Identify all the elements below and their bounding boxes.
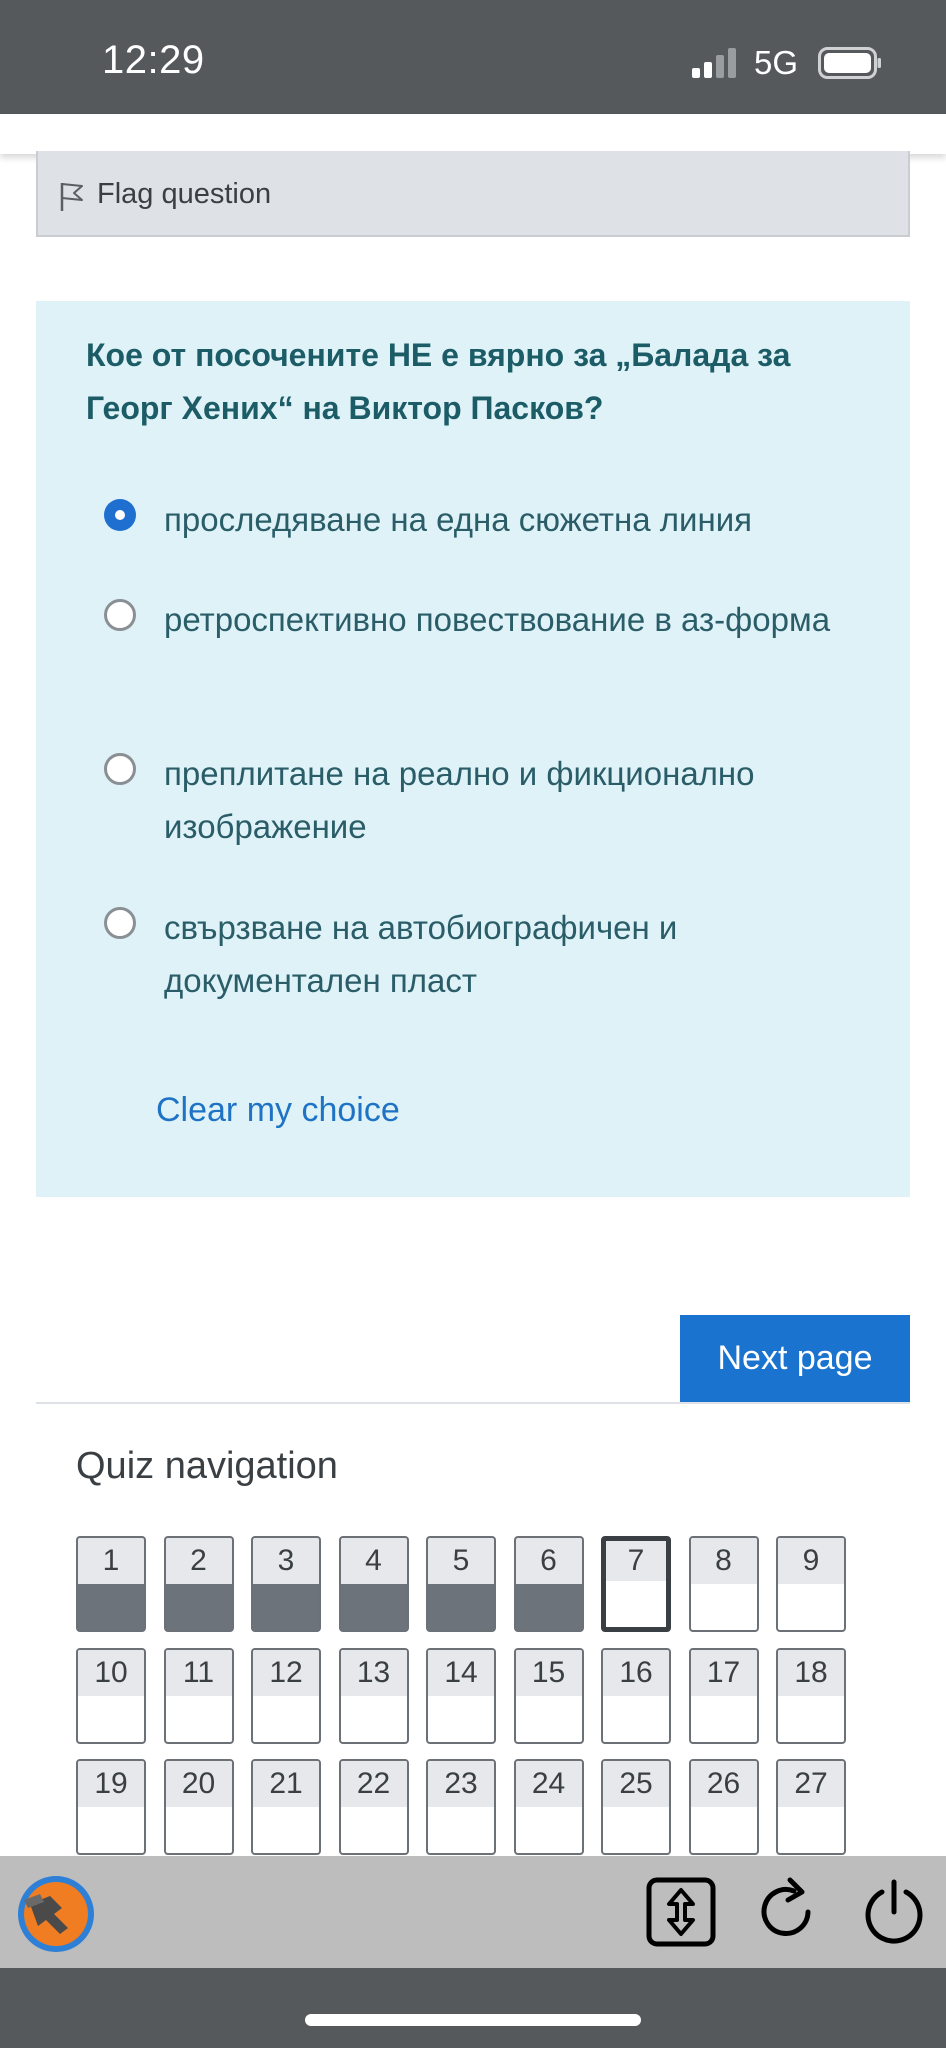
quiz-nav-number: 16 bbox=[603, 1649, 669, 1696]
quiz-nav-button-21[interactable]: 21 bbox=[251, 1759, 321, 1855]
quiz-nav-number: 14 bbox=[428, 1649, 494, 1696]
quiz-nav-number: 5 bbox=[428, 1538, 494, 1584]
battery-icon bbox=[818, 47, 881, 79]
quiz-nav-number: 21 bbox=[253, 1761, 319, 1807]
quiz-nav-button-17[interactable]: 17 bbox=[688, 1647, 759, 1744]
quiz-nav-number: 20 bbox=[165, 1761, 232, 1807]
quiz-nav-number: 17 bbox=[690, 1649, 757, 1696]
reload-icon[interactable] bbox=[752, 1876, 824, 1948]
quiz-nav-button-4[interactable]: 4 bbox=[338, 1536, 409, 1632]
quiz-nav-button-27[interactable]: 27 bbox=[776, 1759, 846, 1855]
quiz-nav-button-8[interactable]: 8 bbox=[688, 1536, 759, 1632]
quiz-nav-number: 11 bbox=[165, 1649, 232, 1696]
flag-question-button[interactable]: Flag question bbox=[36, 151, 910, 237]
quiz-nav-number: 23 bbox=[428, 1761, 494, 1807]
quiz-nav-number: 13 bbox=[340, 1649, 407, 1696]
answer-option-3[interactable]: преплитане на реално и фикционално изобр… bbox=[104, 747, 864, 857]
quiz-nav-number: 9 bbox=[778, 1538, 844, 1584]
network-label: 5G bbox=[754, 44, 799, 81]
answer-label: свързване на автобиографичен и документа… bbox=[164, 909, 678, 999]
quiz-nav-button-15[interactable]: 15 bbox=[513, 1647, 584, 1744]
quiz-nav-number: 8 bbox=[690, 1538, 757, 1584]
answer-option-1[interactable]: проследяване на една сюжетна линия bbox=[104, 493, 864, 553]
next-page-button[interactable]: Next page bbox=[680, 1315, 910, 1402]
divider bbox=[36, 1402, 910, 1404]
bottom-toolbar bbox=[0, 1856, 946, 1968]
quiz-nav-number: 18 bbox=[778, 1649, 844, 1696]
quiz-nav-button-24[interactable]: 24 bbox=[513, 1759, 584, 1855]
quiz-nav-button-26[interactable]: 26 bbox=[688, 1759, 759, 1855]
signal-icon bbox=[692, 48, 736, 78]
quiz-nav-number: 19 bbox=[78, 1761, 144, 1807]
status-bar: 12:29 5G bbox=[0, 0, 946, 114]
clear-choice-link[interactable]: Clear my choice bbox=[156, 1091, 400, 1130]
quiz-nav-button-13[interactable]: 13 bbox=[338, 1647, 409, 1744]
quiz-nav-number: 15 bbox=[515, 1649, 582, 1696]
quiz-nav-number: 26 bbox=[690, 1761, 757, 1807]
radio-button[interactable] bbox=[104, 599, 136, 631]
app-logo-icon[interactable] bbox=[10, 1874, 98, 1954]
quiz-nav-number: 12 bbox=[253, 1649, 319, 1696]
quiz-nav-number: 10 bbox=[78, 1649, 144, 1696]
status-time: 12:29 bbox=[102, 38, 205, 82]
quiz-nav-number: 22 bbox=[340, 1761, 407, 1807]
question-card: Кое от посочените НЕ е вярно за „Балада … bbox=[36, 301, 910, 1197]
answer-label: преплитане на реално и фикционално изобр… bbox=[164, 755, 755, 845]
question-text: Кое от посочените НЕ е вярно за „Балада … bbox=[86, 337, 791, 426]
quiz-nav-number: 6 bbox=[515, 1538, 582, 1584]
page-header-strip bbox=[0, 114, 946, 154]
quiz-nav-number: 24 bbox=[515, 1761, 582, 1807]
quiz-nav-number: 3 bbox=[253, 1538, 319, 1584]
flag-question-label: Flag question bbox=[97, 178, 272, 210]
quiz-nav-button-12[interactable]: 12 bbox=[251, 1647, 321, 1744]
quiz-navigation-title: Quiz navigation bbox=[76, 1445, 338, 1487]
quiz-nav-button-1[interactable]: 1 bbox=[76, 1536, 146, 1632]
answer-option-2[interactable]: ретроспективно повествование в аз-форма bbox=[104, 593, 864, 703]
quiz-nav-button-19[interactable]: 19 bbox=[76, 1759, 146, 1855]
quiz-nav-number: 2 bbox=[165, 1538, 232, 1584]
quiz-nav-number: 7 bbox=[606, 1541, 666, 1581]
quiz-nav-button-5[interactable]: 5 bbox=[426, 1536, 496, 1632]
power-icon[interactable] bbox=[858, 1876, 930, 1948]
quiz-nav-number: 25 bbox=[603, 1761, 669, 1807]
quiz-nav-button-9[interactable]: 9 bbox=[776, 1536, 846, 1632]
quiz-nav-button-7[interactable]: 7 bbox=[601, 1536, 671, 1632]
quiz-nav-button-20[interactable]: 20 bbox=[163, 1759, 234, 1855]
flag-icon bbox=[60, 183, 83, 211]
radio-button[interactable] bbox=[104, 753, 136, 785]
quiz-nav-number: 1 bbox=[78, 1538, 144, 1584]
quiz-nav-button-11[interactable]: 11 bbox=[163, 1647, 234, 1744]
quiz-nav-button-14[interactable]: 14 bbox=[426, 1647, 496, 1744]
quiz-nav-button-25[interactable]: 25 bbox=[601, 1759, 671, 1855]
answer-label: проследяване на една сюжетна линия bbox=[164, 501, 753, 538]
quiz-nav-button-22[interactable]: 22 bbox=[338, 1759, 409, 1855]
home-indicator-area bbox=[0, 1968, 946, 2048]
answer-option-4[interactable]: свързване на автобиографичен и документа… bbox=[104, 901, 864, 1011]
quiz-nav-button-10[interactable]: 10 bbox=[76, 1647, 146, 1744]
quiz-nav-number: 27 bbox=[778, 1761, 844, 1807]
quiz-nav-button-3[interactable]: 3 bbox=[251, 1536, 321, 1632]
scroll-toggle-icon[interactable] bbox=[645, 1876, 717, 1948]
quiz-nav-button-18[interactable]: 18 bbox=[776, 1647, 846, 1744]
quiz-nav-number: 4 bbox=[340, 1538, 407, 1584]
home-indicator[interactable] bbox=[305, 2014, 641, 2026]
quiz-nav-button-2[interactable]: 2 bbox=[163, 1536, 234, 1632]
quiz-nav-button-6[interactable]: 6 bbox=[513, 1536, 584, 1632]
answer-label: ретроспективно повествование в аз-форма bbox=[164, 601, 831, 638]
quiz-nav-button-16[interactable]: 16 bbox=[601, 1647, 671, 1744]
radio-button-selected[interactable] bbox=[104, 499, 136, 531]
quiz-nav-button-23[interactable]: 23 bbox=[426, 1759, 496, 1855]
radio-button[interactable] bbox=[104, 907, 136, 939]
